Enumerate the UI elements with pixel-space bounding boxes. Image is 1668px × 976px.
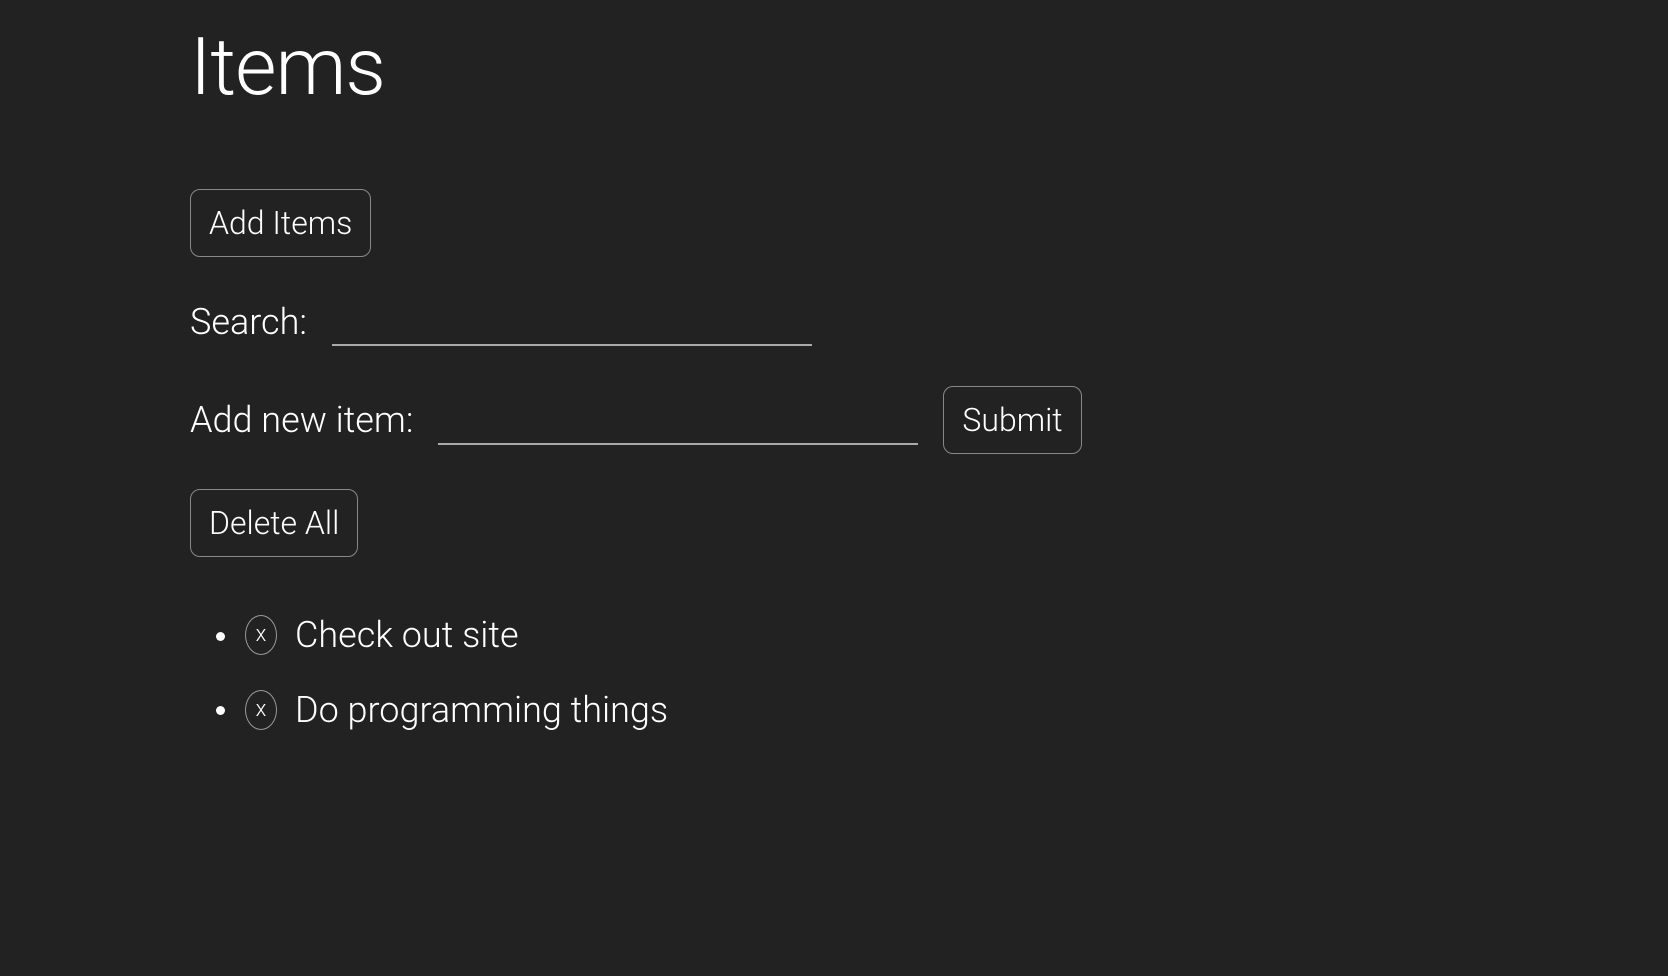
list-item: x Do programming things xyxy=(240,686,1668,730)
add-items-button[interactable]: Add Items xyxy=(190,189,371,257)
delete-all-button[interactable]: Delete All xyxy=(190,489,358,557)
delete-item-icon[interactable]: x xyxy=(245,690,277,730)
search-input[interactable] xyxy=(332,297,812,346)
list-item: x Check out site xyxy=(240,612,1668,656)
page-title: Items xyxy=(190,20,1668,114)
item-text: Check out site xyxy=(295,614,519,656)
delete-item-icon[interactable]: x xyxy=(245,615,277,655)
item-list: x Check out site x Do programming things xyxy=(190,612,1668,731)
add-new-item-label: Add new item: xyxy=(190,399,413,441)
search-label: Search: xyxy=(190,301,307,343)
item-text: Do programming things xyxy=(295,689,668,731)
add-new-item-input[interactable] xyxy=(438,396,918,445)
submit-button[interactable]: Submit xyxy=(943,386,1081,454)
